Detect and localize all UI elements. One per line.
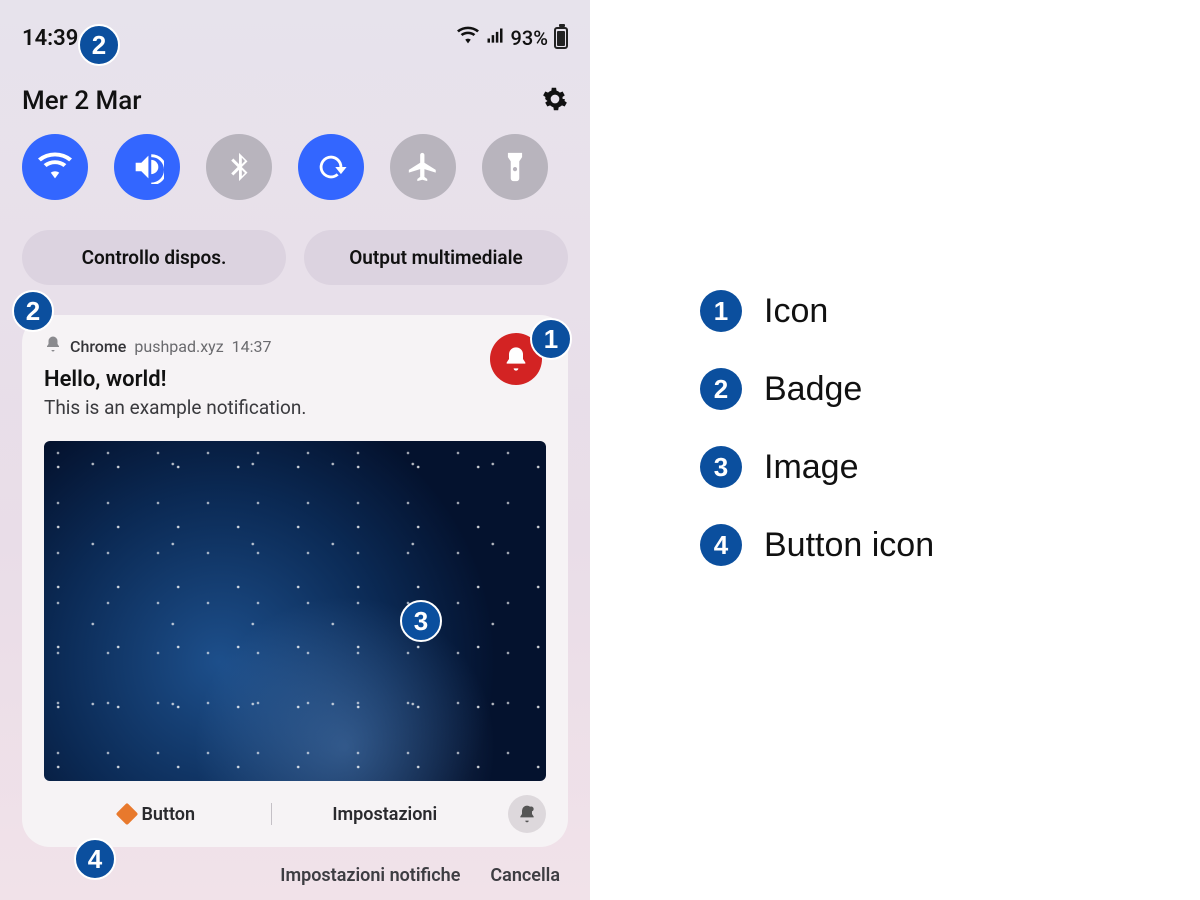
legend-row-2: 2 Badge	[700, 368, 934, 410]
notification-header: Chrome pushpad.xyz 14:37	[44, 335, 546, 357]
settings-gear-icon[interactable]	[542, 86, 568, 116]
wifi-icon	[457, 25, 479, 52]
callout-3: 3	[400, 600, 442, 642]
legend: 1 Icon 2 Badge 3 Image 4 Button icon	[700, 290, 934, 566]
notification-time: 14:37	[232, 337, 272, 356]
date-row: Mer 2 Mar	[22, 86, 568, 116]
notification-app: Chrome	[70, 337, 126, 356]
toggle-airplane[interactable]	[390, 134, 456, 200]
quick-toggles	[22, 134, 568, 200]
notification-image	[44, 441, 546, 781]
battery-icon	[554, 27, 568, 49]
callout-1: 1	[530, 318, 572, 360]
notification-settings-link[interactable]: Impostazioni notifiche	[280, 865, 460, 886]
legend-label-2: Badge	[764, 370, 862, 409]
legend-label-1: Icon	[764, 292, 828, 331]
legend-row-3: 3 Image	[700, 446, 934, 488]
toggle-flashlight[interactable]	[482, 134, 548, 200]
battery-text: 93%	[511, 26, 548, 50]
notification-card[interactable]: Chrome pushpad.xyz 14:37 Hello, world! T…	[22, 315, 568, 847]
legend-num-1: 1	[700, 290, 742, 332]
bell-icon	[44, 335, 62, 357]
callout-2a: 2	[78, 24, 120, 66]
legend-row-4: 4 Button icon	[700, 524, 934, 566]
action-button-label: Button	[141, 804, 195, 825]
notification-action-button[interactable]: Button	[44, 796, 271, 833]
legend-label-4: Button icon	[764, 526, 934, 565]
legend-label-3: Image	[764, 448, 859, 487]
notification-body: This is an example notification.	[44, 396, 546, 419]
control-row: Controllo dispos. Output multimediale	[22, 230, 568, 285]
button-icon	[116, 803, 139, 826]
date-text: Mer 2 Mar	[22, 86, 142, 116]
notification-shade: 14:39 93% Mer 2 Mar	[0, 0, 590, 900]
legend-num-3: 3	[700, 446, 742, 488]
notification-actions: Button Impostazioni	[44, 795, 546, 833]
signal-icon	[485, 26, 505, 51]
notification-mute-button[interactable]	[508, 795, 546, 833]
legend-num-2: 2	[700, 368, 742, 410]
callout-4: 4	[74, 838, 116, 880]
toggle-rotate[interactable]	[298, 134, 364, 200]
toggle-sound[interactable]	[114, 134, 180, 200]
notification-action-settings[interactable]: Impostazioni	[272, 796, 499, 833]
clear-all-link[interactable]: Cancella	[490, 865, 560, 886]
media-output-button[interactable]: Output multimediale	[304, 230, 568, 285]
status-time: 14:39	[22, 26, 78, 51]
toggle-bluetooth[interactable]	[206, 134, 272, 200]
device-control-button[interactable]: Controllo dispos.	[22, 230, 286, 285]
toggle-wifi[interactable]	[22, 134, 88, 200]
action-settings-label: Impostazioni	[332, 804, 437, 825]
notification-title: Hello, world!	[44, 367, 546, 392]
notification-source: pushpad.xyz	[134, 337, 223, 356]
legend-num-4: 4	[700, 524, 742, 566]
legend-row-1: 1 Icon	[700, 290, 934, 332]
callout-2b: 2	[12, 290, 54, 332]
